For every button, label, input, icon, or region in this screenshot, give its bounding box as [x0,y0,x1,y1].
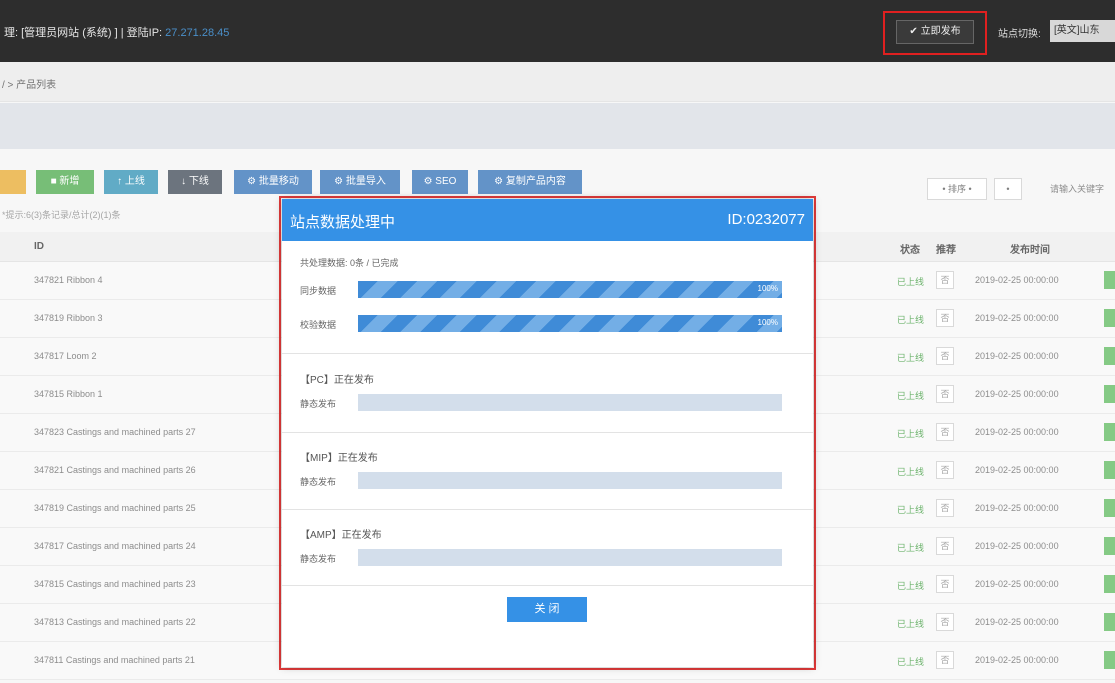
progress-label: 静态发布 [300,554,337,564]
admin-info: 理: [管理员网站 (系统) ] | 登陆IP: 27.271.28.45 [4,24,229,40]
section-title-mip: 【MIP】正在发布 [300,453,378,464]
site-switch-label: 站点切换: [998,29,1041,40]
progress-bar [358,394,782,411]
progress-label: 同步数据 [300,286,337,296]
progress-label: 静态发布 [300,399,337,409]
section-title-amp: 【AMP】正在发布 [300,530,382,541]
divider [282,353,813,354]
admin-info-text: 理: [管理员网站 (系统) ] | 登陆IP: [4,27,163,39]
modal-id: ID:0232077 [727,211,805,228]
progress-fill [358,315,782,332]
progress-label: 校验数据 [300,320,337,330]
progress-bar [358,549,782,566]
divider [282,509,813,510]
progress-bar [358,472,782,489]
divider [282,432,813,433]
divider [282,585,813,586]
progress-bar: 100% [358,315,782,332]
progress-text: 100% [757,318,778,327]
site-select[interactable]: [英文]山东 [1050,20,1115,42]
modal-title: 站点数据处理中 [290,214,396,231]
process-summary: 共处理数据: 0条 / 已完成 [300,258,399,268]
progress-fill [358,281,782,298]
progress-label: 静态发布 [300,477,337,487]
processing-modal: 站点数据处理中 ID:0232077 共处理数据: 0条 / 已完成 同步数据 … [282,199,813,667]
progress-bar: 100% [358,281,782,298]
login-ip: 27.271.28.45 [165,27,230,39]
modal-header: 站点数据处理中 ID:0232077 [282,199,813,241]
close-button[interactable]: 关 闭 [507,597,587,622]
progress-text: 100% [757,284,778,293]
publish-button-highlight [883,11,987,55]
section-title-pc: 【PC】正在发布 [300,375,374,386]
